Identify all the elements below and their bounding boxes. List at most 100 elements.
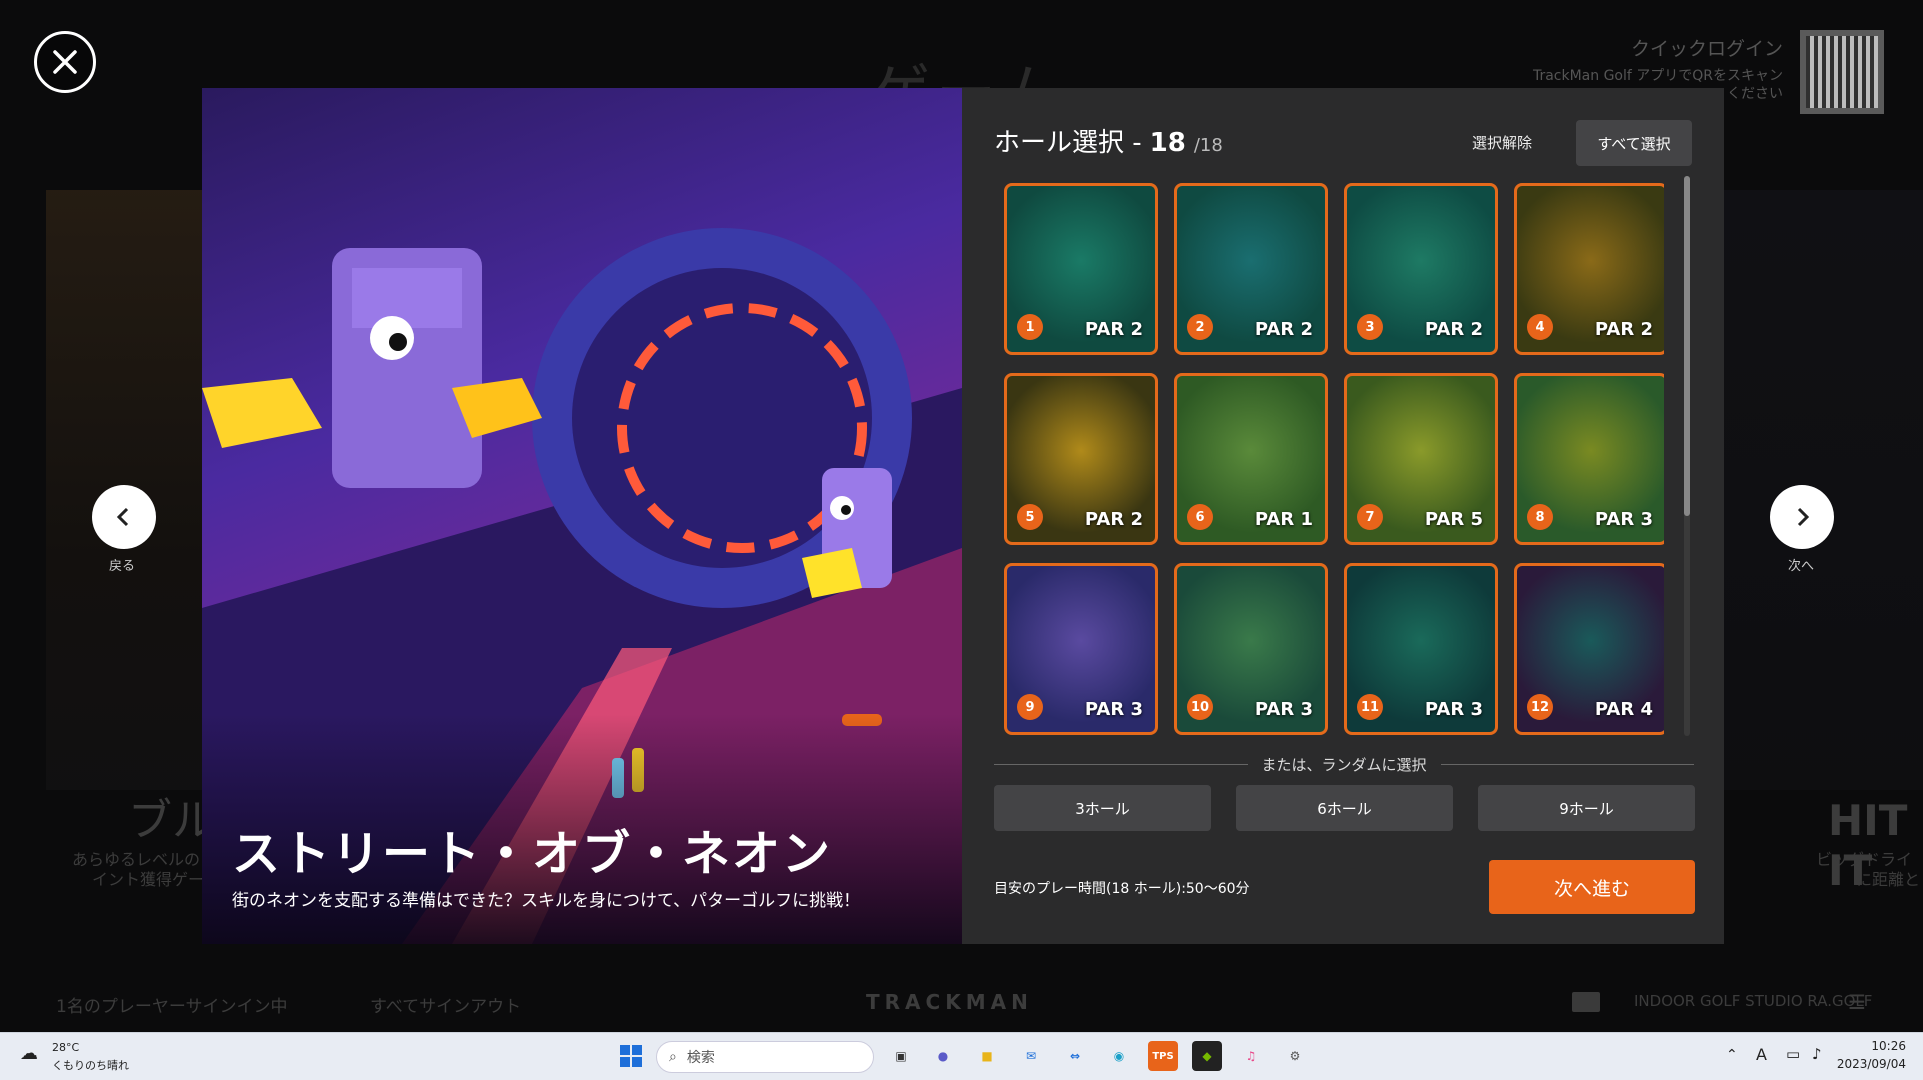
hole-number-badge: 8 — [1527, 504, 1553, 530]
hole-card-1[interactable]: 1 PAR 2 — [1004, 183, 1158, 355]
file-explorer-icon[interactable]: ■ — [972, 1041, 1002, 1071]
sign-out-all[interactable]: すべてサインアウト — [370, 992, 521, 1017]
chevron-left-icon — [116, 507, 129, 527]
hole-number-badge: 9 — [1017, 694, 1043, 720]
mail-icon[interactable]: ✉ — [1016, 1041, 1046, 1071]
hole-number-badge: 5 — [1017, 504, 1043, 530]
teamviewer-icon[interactable]: ⇔ — [1060, 1041, 1090, 1071]
hole-number-badge: 6 — [1187, 504, 1213, 530]
hole-par: PAR 1 — [1254, 509, 1313, 530]
hole-par: PAR 3 — [1084, 699, 1143, 720]
clock-date[interactable]: 2023/09/04 — [1836, 1057, 1906, 1071]
scrollbar-thumb[interactable] — [1684, 176, 1690, 516]
footer-bar: 1名のプレーヤーサインイン中 すべてサインアウト TRACKMAN INDOOR… — [0, 980, 1923, 1032]
hole-card-5[interactable]: 5 PAR 2 — [1004, 373, 1158, 545]
random-9-holes-button[interactable]: 9ホール — [1478, 785, 1695, 831]
players-signed-in[interactable]: 1名のプレーヤーサインイン中 — [56, 992, 287, 1017]
teams-chat-icon[interactable]: ● — [928, 1041, 958, 1071]
hole-par: PAR 3 — [1424, 699, 1483, 720]
chevron-right-icon — [1797, 507, 1810, 527]
ime-indicator[interactable]: A — [1756, 1045, 1767, 1064]
weather-temp[interactable]: 28°C — [52, 1041, 79, 1054]
trackman-logo: TRACKMAN — [866, 990, 1033, 1014]
hole-card-11[interactable]: 11 PAR 3 — [1344, 563, 1498, 735]
next-game-button[interactable] — [1770, 485, 1834, 549]
menu-icon[interactable]: ☰ — [1848, 990, 1866, 1014]
close-icon — [53, 50, 77, 74]
next-label: 次へ — [1788, 559, 1815, 574]
flag-icon[interactable] — [1572, 992, 1600, 1012]
hole-select-panel: ホール選択 - 18 /18 選択解除 すべて選択 1 PAR 2 2 PAR 2 3 P… — [962, 88, 1724, 944]
hole-number-badge: 10 — [1187, 694, 1213, 720]
windows-logo-icon — [620, 1045, 642, 1067]
tps-app-icon[interactable]: TPS — [1148, 1041, 1178, 1071]
hole-card-8[interactable]: 8 PAR 3 — [1514, 373, 1664, 545]
hole-par: PAR 5 — [1424, 509, 1483, 530]
prev-label: 戻る — [109, 559, 136, 574]
hole-number-badge: 1 — [1017, 314, 1043, 340]
weather-desc[interactable]: くもりのち晴れ — [52, 1057, 129, 1073]
random-label: または、ランダムに選択 — [1261, 755, 1427, 774]
next-step-button[interactable]: 次へ進む — [1489, 860, 1695, 914]
hole-number-badge: 12 — [1527, 694, 1553, 720]
random-divider: または、ランダムに選択 — [994, 753, 1695, 775]
select-all-button[interactable]: すべて選択 — [1576, 120, 1692, 166]
right-card-desc-2: に距離と — [1856, 870, 1921, 889]
hole-par: PAR 3 — [1254, 699, 1313, 720]
studio-name: INDOOR GOLF STUDIO RA.GOLF — [1634, 992, 1873, 1010]
hole-card-2[interactable]: 2 PAR 2 — [1174, 183, 1328, 355]
hole-number-badge: 4 — [1527, 314, 1553, 340]
quick-login-title: クイックログイン — [1630, 38, 1783, 60]
hole-par: PAR 4 — [1594, 699, 1653, 720]
left-card-desc-1: あらゆるレベルの — [72, 850, 201, 869]
hole-par: PAR 2 — [1424, 319, 1483, 340]
hole-par: PAR 2 — [1594, 319, 1653, 340]
chevron-up-icon[interactable]: ⌃ — [1726, 1047, 1738, 1063]
edge-browser-icon[interactable]: ◉ — [1104, 1041, 1134, 1071]
hole-card-9[interactable]: 9 PAR 3 — [1004, 563, 1158, 735]
divider-line — [1440, 763, 1695, 765]
hole-par: PAR 2 — [1084, 509, 1143, 530]
clear-selection-button[interactable]: 選択解除 — [1472, 132, 1532, 153]
search-icon: ⌕ — [669, 1049, 677, 1065]
prev-game-button[interactable] — [92, 485, 156, 549]
hole-card-6[interactable]: 6 PAR 1 — [1174, 373, 1328, 545]
game-description: 街のネオンを支配する準備はできた？スキルを身につけて、パターゴルフに挑戦！ — [232, 891, 861, 911]
nvidia-icon[interactable]: ◆ — [1192, 1041, 1222, 1071]
hole-select-header: ホール選択 - 18 /18 — [994, 122, 1223, 159]
hole-card-3[interactable]: 3 PAR 2 — [1344, 183, 1498, 355]
taskbar-search[interactable]: ⌕ 検索 — [656, 1041, 874, 1073]
total-holes: /18 — [1193, 135, 1223, 156]
hole-par: PAR 2 — [1254, 319, 1313, 340]
windows-taskbar: ☁ 28°C くもりのち晴れ ⌕ 検索 ▣ ● ■ ✉ ⇔ ◉ TPS ◆ ♫ … — [0, 1032, 1923, 1080]
hole-card-10[interactable]: 10 PAR 3 — [1174, 563, 1328, 735]
hole-grid-scrollbar[interactable] — [1684, 176, 1690, 736]
music-app-icon[interactable]: ♫ — [1236, 1041, 1266, 1071]
clock-time[interactable]: 10:26 — [1846, 1039, 1906, 1053]
hole-select-label: ホール選択 - — [994, 128, 1142, 158]
search-placeholder: 検索 — [686, 1050, 715, 1066]
random-6-holes-button[interactable]: 6ホール — [1236, 785, 1453, 831]
random-3-holes-button[interactable]: 3ホール — [994, 785, 1211, 831]
hole-number-badge: 7 — [1357, 504, 1383, 530]
hole-number-badge: 3 — [1357, 314, 1383, 340]
hole-par: PAR 2 — [1084, 319, 1143, 340]
hole-number-badge: 2 — [1187, 314, 1213, 340]
task-view-icon[interactable]: ▣ — [886, 1041, 916, 1071]
divider-line — [994, 763, 1248, 765]
hole-grid: 1 PAR 2 2 PAR 2 3 PAR 2 4 PAR 2 5 PAR 2 6 PAR 1 7 PAR… — [1004, 183, 1664, 823]
weather-icon[interactable]: ☁ — [20, 1043, 38, 1064]
hole-card-4[interactable]: 4 PAR 2 — [1514, 183, 1664, 355]
left-card-desc-2: イント獲得ゲー — [92, 870, 205, 889]
game-detail-modal: ストリート・オブ・ネオン 街のネオンを支配する準備はできた？スキルを身につけて、… — [202, 88, 1724, 944]
qr-code — [1800, 30, 1884, 114]
hole-card-7[interactable]: 7 PAR 5 — [1344, 373, 1498, 545]
network-icon[interactable]: ▭ — [1786, 1045, 1800, 1063]
game-hero-image: ストリート・オブ・ネオン 街のネオンを支配する準備はできた？スキルを身につけて、… — [202, 88, 962, 944]
settings-gear-icon[interactable]: ⚙ — [1280, 1041, 1310, 1071]
hole-number-badge: 11 — [1357, 694, 1383, 720]
close-button[interactable] — [34, 31, 96, 93]
start-button[interactable] — [616, 1041, 646, 1071]
hole-card-12[interactable]: 12 PAR 4 — [1514, 563, 1664, 735]
volume-icon[interactable]: ♪ — [1812, 1045, 1822, 1063]
